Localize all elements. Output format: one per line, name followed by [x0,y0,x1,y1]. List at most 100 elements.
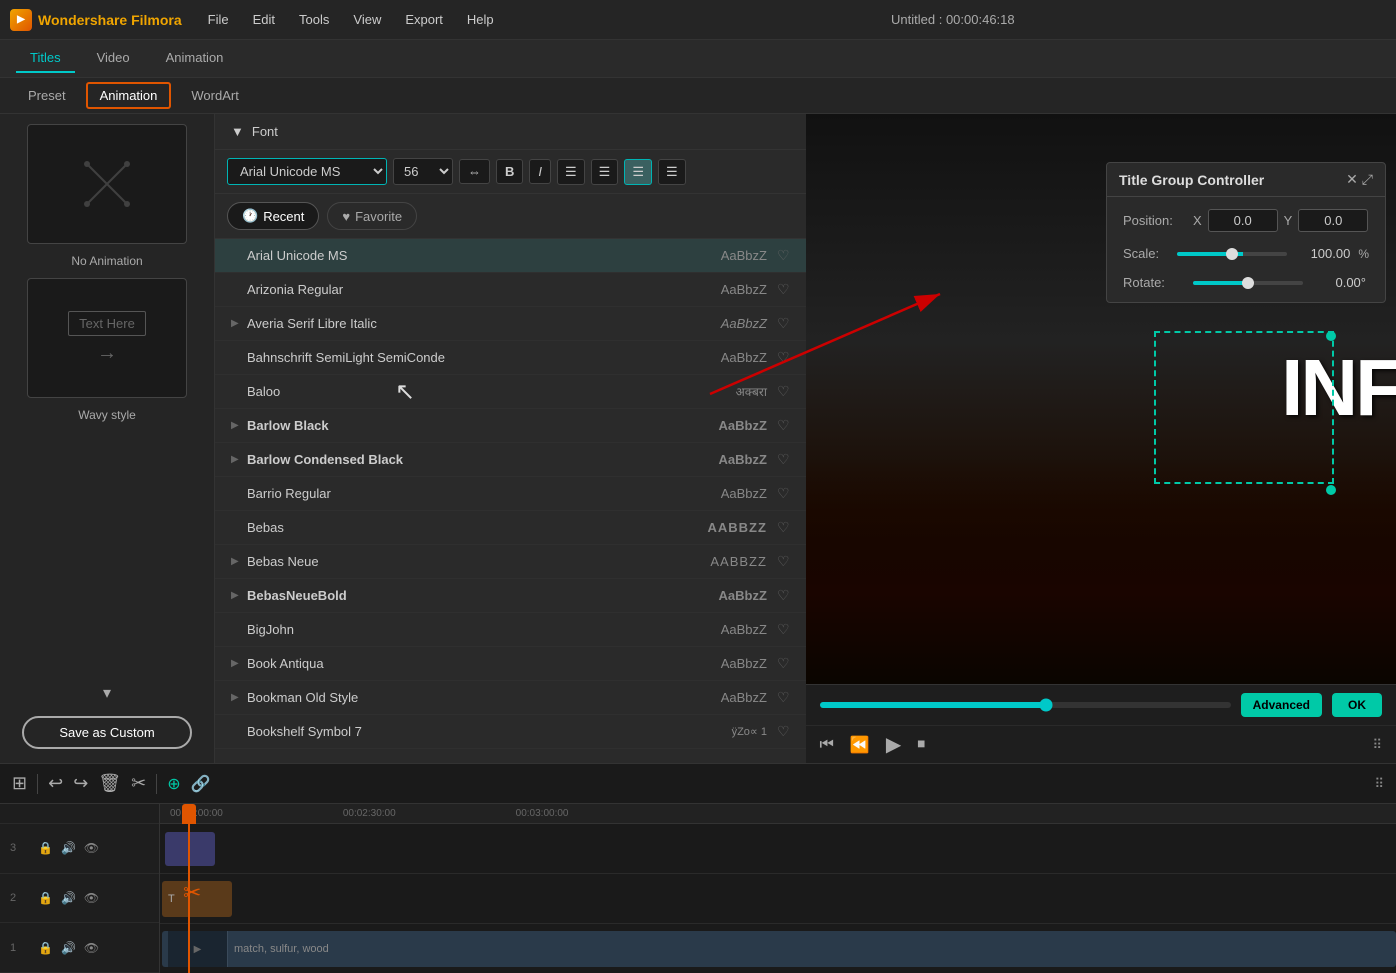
favorite-heart-button[interactable]: ♡ [777,349,790,366]
tgc-x-input[interactable] [1208,209,1278,232]
font-name: BebasNeueBold [247,588,687,603]
font-list[interactable]: Arial Unicode MS AaBbzZ ♡ Arizonia Regul… [215,239,806,763]
favorite-heart-button[interactable]: ♡ [777,519,790,536]
align-right-button[interactable]: ☰ [624,159,652,185]
favorite-heart-button[interactable]: ♡ [777,723,790,740]
font-name: Arial Unicode MS [247,248,687,263]
scissors-button[interactable]: ✂ [131,773,146,794]
subtab-preset[interactable]: Preset [16,84,78,107]
progress-bar[interactable] [820,702,1231,708]
favorite-heart-button[interactable]: ♡ [777,689,790,706]
subtab-animation[interactable]: Animation [86,82,172,109]
favorite-heart-button[interactable]: ♡ [777,281,790,298]
menu-file[interactable]: File [198,8,239,31]
multi-track-button[interactable]: ⊞ [12,773,27,794]
font-preview: अक्बरा [687,383,767,400]
wavy-style-label: Wavy style [78,408,136,422]
tab-video[interactable]: Video [83,44,144,73]
tab-animation[interactable]: Animation [152,44,238,73]
favorite-heart-button[interactable]: ♡ [777,247,790,264]
menu-tools[interactable]: Tools [289,8,339,31]
tgc-rotate-row: Rotate: 0.00° [1123,275,1369,290]
align-center-button[interactable]: ☰ [591,159,619,185]
font-row[interactable]: Arial Unicode MS AaBbzZ ♡ [215,239,806,273]
favorite-heart-button[interactable]: ♡ [777,383,790,400]
font-family-select[interactable]: Arial Unicode MS [227,158,387,185]
font-row[interactable]: ▶ Barlow Black AaBbzZ ♡ [215,409,806,443]
expand-icon: ▶ [231,590,247,601]
tgc-y-input[interactable] [1298,209,1368,232]
align-left-button[interactable]: ☰ [557,159,585,185]
favorite-heart-button[interactable]: ♡ [777,587,790,604]
font-name: Bebas Neue [247,554,687,569]
save-custom-button[interactable]: Save as Custom [22,716,192,749]
align-justify-button[interactable]: ☰ [658,159,686,185]
font-row[interactable]: ▶ Bookman Old Style AaBbzZ ♡ [215,681,806,715]
font-row[interactable]: BigJohn AaBbzZ ♡ [215,613,806,647]
progress-thumb[interactable] [1039,699,1052,712]
title-clip[interactable] [165,832,215,866]
font-row[interactable]: Baloo अक्बरा ♡ ↖ [215,375,806,409]
favorite-heart-button[interactable]: ♡ [777,485,790,502]
menu-export[interactable]: Export [395,8,453,31]
font-row[interactable]: ▶ Averia Serif Libre Italic AaBbzZ ♡ [215,307,806,341]
menu-edit[interactable]: Edit [243,8,285,31]
track-labels: 3 🔒 🔊 👁 2 🔒 🔊 👁 1 🔒 🔊 👁 [0,804,160,973]
character-spacing-button[interactable]: ⇔ [459,159,490,184]
filter-favorite[interactable]: ♥ Favorite [327,202,417,230]
italic-button[interactable]: I [529,159,551,184]
scroll-down-icon: ▾ [103,683,111,703]
ok-button[interactable]: OK [1332,693,1382,717]
no-animation-thumb[interactable] [27,124,187,244]
volume-icon: 🔊 [61,891,76,905]
bold-button[interactable]: B [496,159,523,184]
favorite-heart-button[interactable]: ♡ [777,417,790,434]
subtab-wordart[interactable]: WordArt [179,84,250,107]
skip-back-button[interactable]: ⏮ [820,736,834,754]
font-row[interactable]: Bookshelf Symbol 7 ÿZo∝ 1 ♡ [215,715,806,749]
stop-button[interactable]: ⏹ [917,736,925,754]
filter-recent[interactable]: 🕐 Recent [227,202,319,230]
delete-button[interactable]: 🗑 [98,773,121,794]
menu-view[interactable]: View [343,8,391,31]
font-row[interactable]: ▶ Book Antiqua AaBbzZ ♡ [215,647,806,681]
undo-button[interactable]: ↩ [48,773,63,794]
playhead-handle[interactable] [182,804,196,824]
advanced-button[interactable]: Advanced [1241,693,1322,717]
play-button[interactable]: ▶ [886,732,901,757]
tgc-scale-slider[interactable] [1177,252,1287,256]
tab-titles[interactable]: Titles [16,44,75,73]
link-button[interactable]: 🔗 [191,774,211,794]
font-row[interactable]: Bebas AABBZZ ♡ [215,511,806,545]
favorite-heart-button[interactable]: ♡ [777,553,790,570]
font-preview: AaBbzZ [687,486,767,501]
font-row[interactable]: ▶ Bebas Neue AABBZZ ♡ [215,545,806,579]
expand-icon: ▶ [231,454,247,465]
favorite-heart-button[interactable]: ♡ [777,451,790,468]
tgc-rotate-slider[interactable] [1193,281,1303,285]
tgc-y-label: Y [1284,213,1293,228]
favorite-heart-button[interactable]: ♡ [777,315,790,332]
favorite-heart-button[interactable]: ♡ [777,621,790,638]
font-row[interactable]: Barrio Regular AaBbzZ ♡ [215,477,806,511]
font-row[interactable]: ▶ Barlow Condensed Black AaBbzZ ♡ [215,443,806,477]
font-name: Barlow Black [247,418,687,433]
font-row[interactable]: Bahnschrift SemiLight SemiConde AaBbzZ ♡ [215,341,806,375]
font-row[interactable]: ▶ BebasNeueBold AaBbzZ ♡ [215,579,806,613]
font-row[interactable]: Arizonia Regular AaBbzZ ♡ [215,273,806,307]
video-clip[interactable]: ▶ match, sulfur, wood [162,931,1396,967]
snap-button[interactable]: ⊕ [167,774,180,794]
tgc-title: Title Group Controller [1119,172,1264,188]
tgc-close-button[interactable]: ✕ ⤢ [1346,171,1373,188]
font-name: Bookshelf Symbol 7 [247,724,687,739]
font-size-select[interactable]: 56 [393,158,453,185]
wavy-style-thumb[interactable]: Text Here → [27,278,187,398]
font-collapse-icon[interactable]: ▼ [231,124,244,139]
redo-button[interactable]: ↪ [73,773,88,794]
filter-tabs: 🕐 Recent ♥ Favorite [215,194,806,239]
favorite-heart-button[interactable]: ♡ [777,655,790,672]
font-panel: ▼ Font Arial Unicode MS 56 ⇔ B I ☰ ☰ ☰ ☰… [215,114,806,763]
eye-icon: 👁 [84,941,99,955]
step-back-button[interactable]: ⏪ [850,735,870,755]
menu-help[interactable]: Help [457,8,504,31]
